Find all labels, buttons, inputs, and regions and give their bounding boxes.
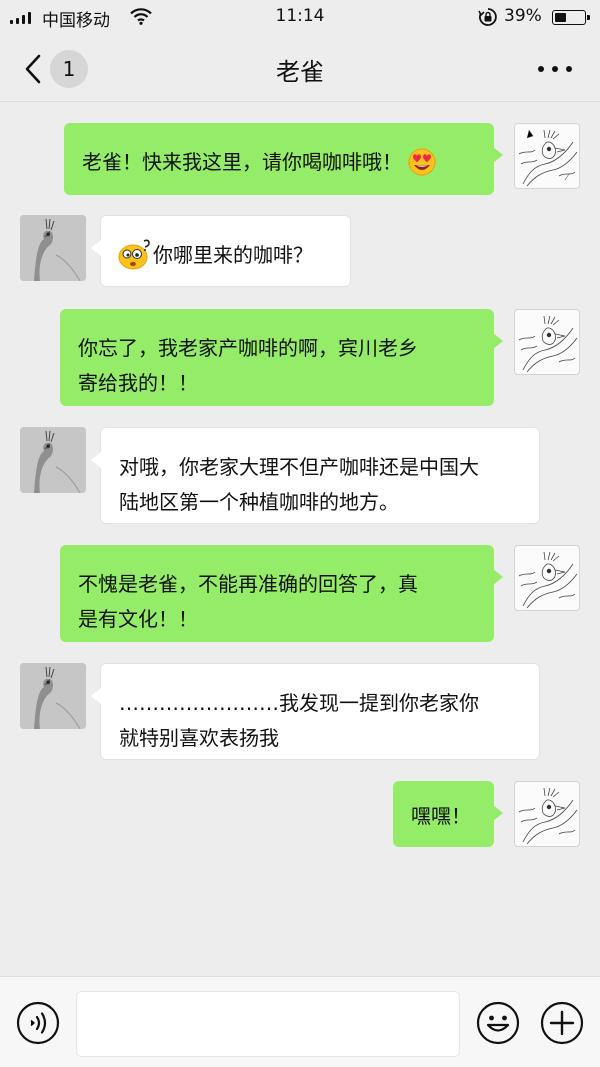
message-text: 你哪里来的咖啡？ [153, 243, 313, 267]
rotation-lock-icon [478, 8, 497, 26]
emoji-icon[interactable] [476, 1001, 520, 1045]
message-bubble-incoming[interactable]: 你哪里来的咖啡？ [91, 215, 351, 287]
contact-avatar[interactable] [20, 663, 86, 729]
my-avatar[interactable] [514, 309, 580, 375]
input-toolbar [0, 976, 600, 1067]
peacock-pencil-avatar-icon [20, 663, 86, 729]
message-text: 嘿嘿！ [411, 804, 471, 828]
message-bubble-outgoing[interactable]: 嘿嘿！ [393, 781, 503, 847]
message-bubble-outgoing[interactable]: 你忘了，我老家产咖啡的啊，宾川老乡 寄给我的！！ [60, 309, 503, 406]
message-text-line: 是有文化！！ [78, 607, 198, 631]
more-options-button[interactable] [538, 64, 574, 74]
peacock-sketch-avatar-icon [518, 551, 578, 609]
message-bubble-outgoing[interactable]: 老雀！快来我这里，请你喝咖啡哦！ [64, 123, 503, 195]
page-title: 老雀 [276, 58, 324, 86]
contact-avatar[interactable] [20, 427, 86, 493]
message-text-line: 你忘了，我老家产咖啡的啊，宾川老乡 [78, 336, 418, 360]
plus-icon[interactable] [540, 1001, 584, 1045]
message-text-line: 寄给我的！！ [78, 371, 198, 395]
my-avatar[interactable] [514, 781, 580, 847]
voice-icon[interactable] [16, 1001, 60, 1045]
contact-avatar[interactable] [20, 215, 86, 281]
peacock-pencil-avatar-icon [20, 215, 86, 281]
message-text-line: ……………………我发现一提到你老家你 [119, 691, 479, 715]
heart-eyes-emoji-icon [408, 148, 436, 175]
my-avatar[interactable] [514, 545, 580, 611]
battery-percent: 39% [504, 6, 542, 26]
message-text-line: 不愧是老雀，不能再准确的回答了，真 [78, 572, 418, 596]
peacock-sketch-avatar-icon [518, 315, 578, 373]
message-text: 老雀！快来我这里，请你喝咖啡哦！ [82, 150, 402, 174]
status-bar: 中国移动 11:14 39% [0, 0, 600, 34]
message-bubble-outgoing[interactable]: 不愧是老雀，不能再准确的回答了，真 是有文化！！ [60, 545, 503, 642]
message-bubble-incoming[interactable]: 对哦，你老家大理不但产咖啡还是中国大 陆地区第一个种植咖啡的地方。 [91, 427, 540, 524]
message-text-line: 陆地区第一个种植咖啡的地方。 [119, 490, 399, 514]
message-text-line: 对哦，你老家大理不但产咖啡还是中国大 [119, 455, 479, 479]
battery-icon [552, 10, 590, 25]
chat-header: 1 老雀 [0, 34, 600, 102]
message-text-line: 就特别喜欢表扬我 [119, 726, 279, 750]
message-input[interactable] [76, 991, 460, 1057]
message-bubble-incoming[interactable]: ……………………我发现一提到你老家你 就特别喜欢表扬我 [91, 663, 540, 760]
peacock-pencil-avatar-icon [20, 427, 86, 493]
peacock-sketch-avatar-icon [518, 787, 578, 845]
message-list[interactable]: 老雀！快来我这里，请你喝咖啡哦！ 你哪里来的咖啡？ 你忘了，我老家产咖啡的啊，宾… [0, 103, 600, 976]
peacock-sketch-avatar-icon [518, 129, 578, 187]
confused-sticker-emoji-icon [118, 239, 150, 269]
my-avatar[interactable] [514, 123, 580, 189]
